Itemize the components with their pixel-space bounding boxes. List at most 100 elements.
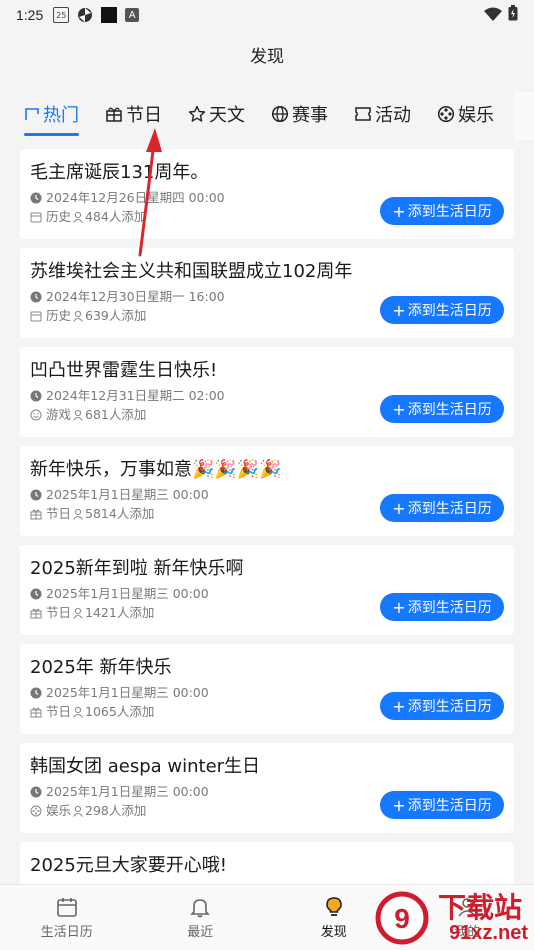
person-icon xyxy=(73,508,83,520)
event-title: 2025元旦大家要开心哦! xyxy=(30,855,228,876)
event-card[interactable]: 毛主席诞辰131周年。 2024年12月26日星期四 00:00 历史 484人… xyxy=(20,149,514,239)
status-time: 1:25 xyxy=(16,7,44,23)
tab-sports[interactable]: 赛事 xyxy=(271,92,328,136)
tab-label: 天文 xyxy=(209,105,245,126)
event-title: 凹凸世界雷霆生日快乐! xyxy=(30,360,218,381)
event-category: 游戏 xyxy=(46,407,72,422)
star-icon xyxy=(188,105,206,122)
add-to-calendar-button[interactable]: + 添到生活日历 xyxy=(380,296,504,324)
event-add-count: 298人添加 xyxy=(85,803,147,818)
site-watermark: 9 下载站 91xz.net xyxy=(374,884,534,950)
bell-icon xyxy=(190,898,211,917)
a-notification-icon: A xyxy=(125,8,140,22)
app-notification-icon xyxy=(101,7,118,23)
add-to-calendar-button[interactable]: + 添到生活日历 xyxy=(380,791,504,819)
add-button-label: 添到生活日历 xyxy=(407,402,492,418)
status-bar: 1:25 25 A xyxy=(0,0,534,30)
event-list[interactable]: 毛主席诞辰131周年。 2024年12月26日星期四 00:00 历史 484人… xyxy=(20,149,514,941)
film-reel-icon xyxy=(30,805,42,817)
tab-festival[interactable]: 节日 xyxy=(105,92,162,136)
plus-icon: + xyxy=(392,201,406,221)
add-button-label: 添到生活日历 xyxy=(407,600,492,616)
clock-icon xyxy=(30,291,42,303)
add-button-label: 添到生活日历 xyxy=(407,699,492,715)
watermark-url: 91xz.net xyxy=(449,922,528,944)
gift-icon xyxy=(106,107,122,122)
nav-label: 最近 xyxy=(187,924,214,940)
svg-text:9: 9 xyxy=(394,903,410,934)
event-category: 历史 xyxy=(46,308,72,323)
add-button-label: 添到生活日历 xyxy=(407,303,492,319)
tab-label: 热门 xyxy=(43,105,79,126)
plus-icon: + xyxy=(392,300,406,320)
clock-icon xyxy=(30,489,42,501)
event-datetime: 2025年1月1日星期三 00:00 xyxy=(46,487,209,502)
plus-icon: + xyxy=(392,597,406,617)
event-category: 历史 xyxy=(46,209,72,224)
tab-activity[interactable]: 活动 xyxy=(354,92,411,136)
event-category: 节日 xyxy=(46,506,72,521)
person-icon xyxy=(73,211,83,223)
tabs-scroll-fade xyxy=(514,92,534,140)
clock-icon xyxy=(30,390,42,402)
event-datetime: 2024年12月31日星期二 02:00 xyxy=(46,388,225,403)
calendar-icon xyxy=(30,211,42,223)
smiley-icon xyxy=(30,409,42,421)
event-datetime: 2025年1月1日星期三 00:00 xyxy=(46,685,209,700)
event-datetime: 2024年12月30日星期一 16:00 xyxy=(46,289,225,304)
plus-icon: + xyxy=(392,399,406,419)
gift-icon xyxy=(30,508,42,520)
clock-icon xyxy=(30,786,42,798)
event-card[interactable]: 2025新年到啦 新年快乐啊 2025年1月1日星期三 00:00 节日 142… xyxy=(20,545,514,635)
watermark-brand: 下载站 xyxy=(437,891,522,924)
add-to-calendar-button[interactable]: + 添到生活日历 xyxy=(380,692,504,720)
event-card[interactable]: 凹凸世界雷霆生日快乐! 2024年12月31日星期二 02:00 游戏 681人… xyxy=(20,347,514,437)
person-icon xyxy=(73,409,83,421)
event-title: 2025年 新年快乐 xyxy=(30,657,172,678)
add-to-calendar-button[interactable]: + 添到生活日历 xyxy=(380,494,504,522)
trending-icon xyxy=(25,108,39,120)
tab-label: 活动 xyxy=(375,105,411,126)
nav-label: 生活日历 xyxy=(40,924,93,940)
add-button-label: 添到生活日历 xyxy=(407,204,492,220)
event-card[interactable]: 苏维埃社会主义共和国联盟成立102周年 2024年12月30日星期一 16:00… xyxy=(20,248,514,338)
event-datetime: 2024年12月26日星期四 00:00 xyxy=(46,190,225,205)
plus-icon: + xyxy=(392,498,406,518)
lightbulb-icon xyxy=(325,896,342,916)
nav-life-calendar[interactable]: 生活日历 xyxy=(0,885,134,950)
plus-icon: + xyxy=(392,696,406,716)
nav-recent[interactable]: 最近 xyxy=(134,885,268,950)
tab-hot[interactable]: 热门 xyxy=(24,92,79,136)
event-datetime: 2025年1月1日星期三 00:00 xyxy=(46,784,209,799)
gift-icon xyxy=(30,607,42,619)
event-card[interactable]: 韩国女团 aespa winter生日 2025年1月1日星期三 00:00 娱… xyxy=(20,743,514,833)
event-title: 毛主席诞辰131周年。 xyxy=(30,162,209,183)
clock-icon xyxy=(30,588,42,600)
clock-icon xyxy=(30,687,42,699)
event-title: 韩国女团 aespa winter生日 xyxy=(30,756,261,777)
event-card[interactable]: 2025年 新年快乐 2025年1月1日星期三 00:00 节日 1065人添加… xyxy=(20,644,514,734)
event-add-count: 681人添加 xyxy=(85,407,147,422)
add-to-calendar-button[interactable]: + 添到生活日历 xyxy=(380,593,504,621)
watermark-logo-icon: 9 xyxy=(375,891,429,945)
event-category: 节日 xyxy=(46,704,72,719)
tab-label: 节日 xyxy=(126,105,162,126)
tab-astronomy[interactable]: 天文 xyxy=(188,92,245,136)
battery-icon xyxy=(508,5,518,25)
tab-entertainment[interactable]: 娱乐 xyxy=(437,92,494,136)
add-button-label: 添到生活日历 xyxy=(407,501,492,517)
calendar-notification-icon: 25 xyxy=(53,7,70,23)
event-card[interactable]: 新年快乐，万事如意🎉🎉🎉🎉 2025年1月1日星期三 00:00 节日 5814… xyxy=(20,446,514,536)
person-icon xyxy=(73,607,83,619)
clock-icon xyxy=(30,192,42,204)
event-add-count: 1065人添加 xyxy=(85,704,155,719)
sync-icon xyxy=(77,7,93,23)
add-button-label: 添到生活日历 xyxy=(407,798,492,814)
nav-label: 发现 xyxy=(320,924,347,940)
person-icon xyxy=(73,706,83,718)
gift-icon xyxy=(30,706,42,718)
event-add-count: 5814人添加 xyxy=(85,506,155,521)
add-to-calendar-button[interactable]: + 添到生活日历 xyxy=(380,197,504,225)
add-to-calendar-button[interactable]: + 添到生活日历 xyxy=(380,395,504,423)
event-title: 2025新年到啦 新年快乐啊 xyxy=(30,558,244,579)
